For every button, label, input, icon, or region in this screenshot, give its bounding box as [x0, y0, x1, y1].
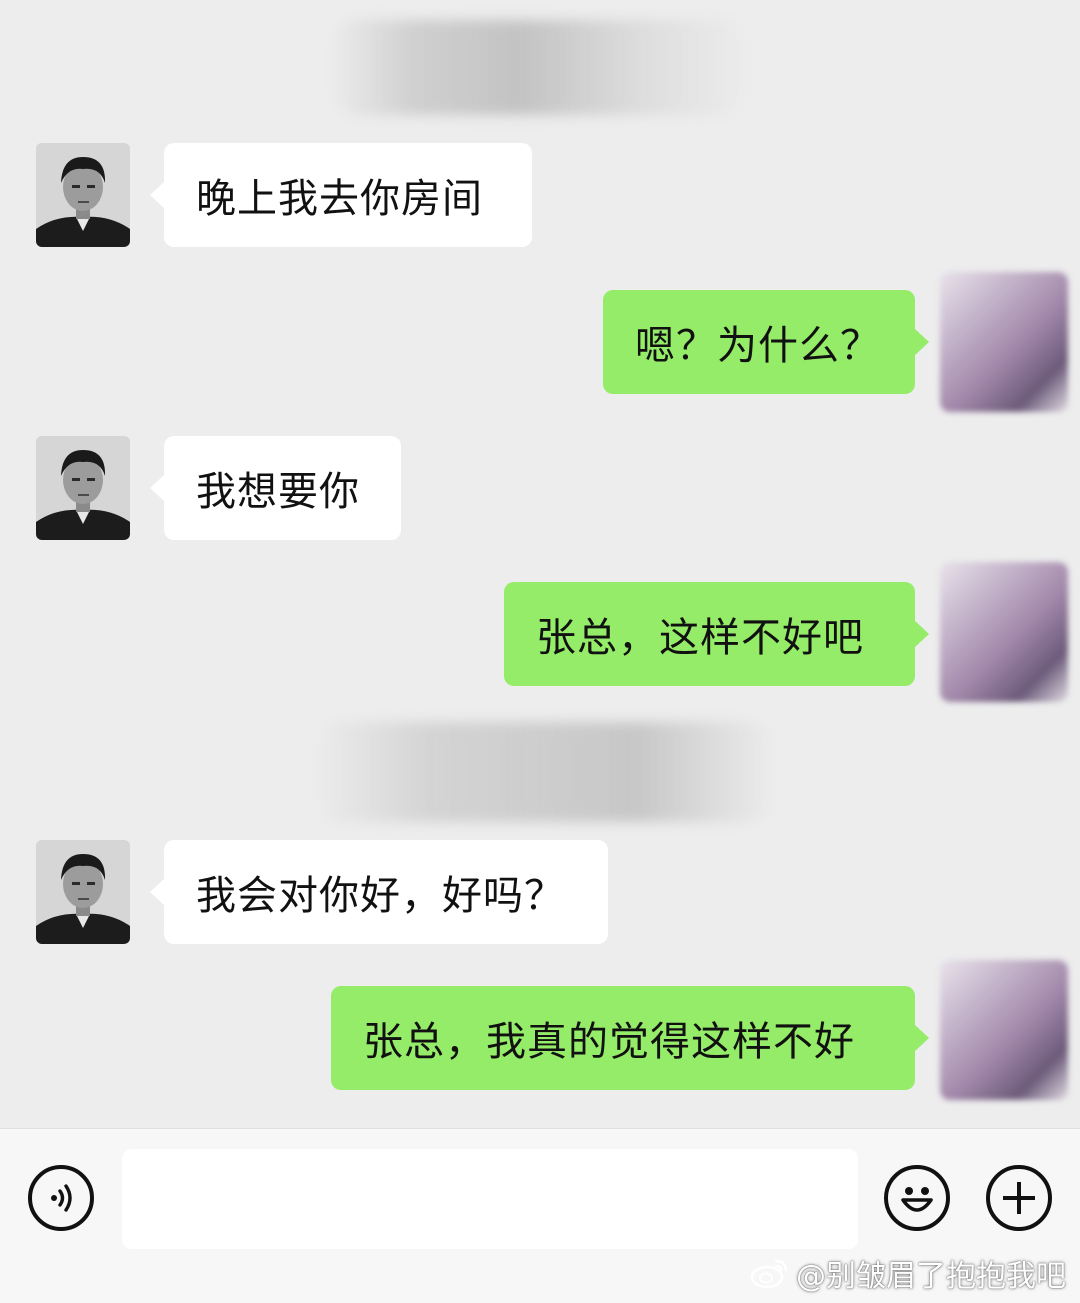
message-text: 晚上我去你房间 [196, 176, 483, 222]
chat-area[interactable]: 晚上我去你房间 嗯？为什么？ 我想要你 张总，这样不好吧 我会对你好，好吗？ 张… [0, 0, 1080, 1128]
censored-scribble [330, 20, 750, 115]
message-bubble-incoming[interactable]: 我会对你好，好吗？ [150, 840, 608, 944]
watermark: @别皱眉了抱抱我吧 [750, 1253, 1066, 1294]
emoji-icon [901, 1187, 933, 1212]
voice-input-button[interactable] [28, 1165, 94, 1231]
watermark-text: @别皱眉了抱抱我吧 [796, 1259, 1066, 1294]
message-text: 张总，我真的觉得这样不好 [363, 1019, 855, 1065]
voice-icon [51, 1184, 72, 1212]
contact-avatar[interactable] [36, 143, 130, 247]
message-input[interactable] [122, 1149, 858, 1249]
contact-avatar[interactable] [36, 840, 130, 944]
input-bar: @别皱眉了抱抱我吧 [0, 1128, 1080, 1303]
message-bubble-outgoing[interactable]: 张总，这样不好吧 [504, 582, 929, 686]
own-avatar[interactable] [940, 960, 1068, 1100]
own-avatar[interactable] [940, 272, 1068, 412]
censored-scribble [315, 722, 775, 822]
message-bubble-incoming[interactable]: 晚上我去你房间 [150, 143, 532, 247]
emoji-button[interactable] [884, 1165, 950, 1231]
message-text: 张总，这样不好吧 [536, 615, 864, 661]
own-avatar[interactable] [940, 562, 1068, 702]
message-text: 嗯？为什么？ [635, 323, 881, 369]
contact-avatar[interactable] [36, 436, 130, 540]
message-bubble-incoming[interactable]: 我想要你 [150, 436, 401, 540]
message-text: 我会对你好，好吗？ [196, 873, 565, 919]
message-text: 我想要你 [196, 469, 360, 515]
message-bubble-outgoing[interactable]: 张总，我真的觉得这样不好 [331, 986, 929, 1090]
plus-icon [1003, 1182, 1035, 1214]
message-bubble-outgoing[interactable]: 嗯？为什么？ [603, 290, 929, 394]
more-options-button[interactable] [986, 1165, 1052, 1231]
weibo-logo-icon [750, 1259, 788, 1289]
